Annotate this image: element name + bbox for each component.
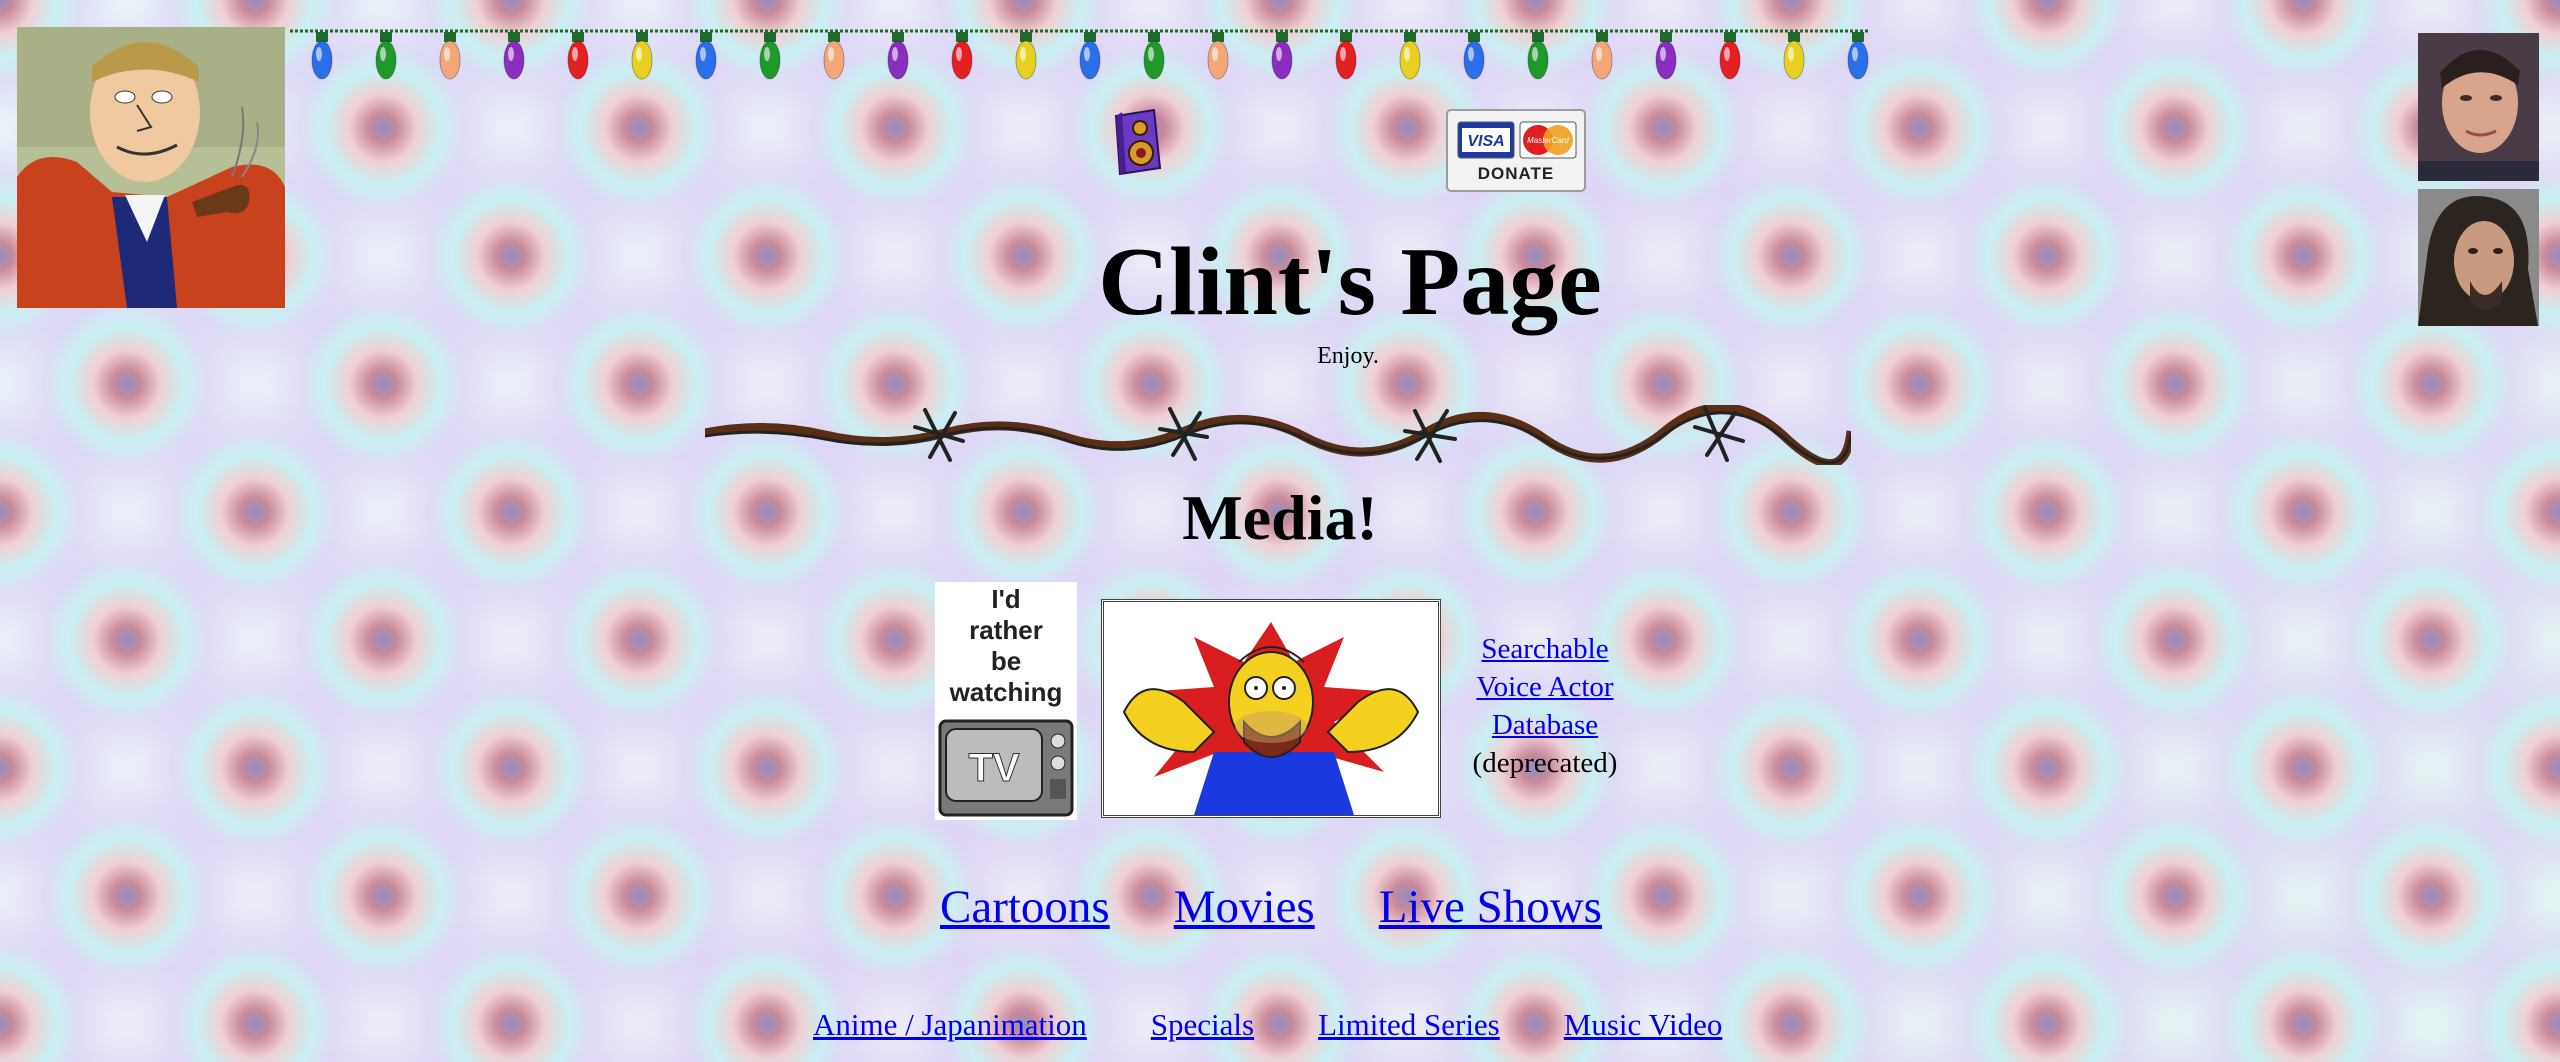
- light-bulb-icon: [311, 32, 333, 80]
- page-subtitle: Enjoy.: [1317, 343, 1379, 369]
- svg-text:TV: TV: [968, 746, 1019, 790]
- tv-badge-text: I'd rather be watching: [935, 584, 1077, 708]
- sub-category-nav: Anime / Japanimation Specials Limited Seri…: [813, 1007, 1763, 1043]
- light-bulb-icon: [439, 32, 461, 80]
- tv-badge-line: be: [990, 646, 1022, 676]
- tv-icon: TV: [938, 719, 1074, 817]
- light-bulb-icon: [1783, 32, 1805, 80]
- link-anime[interactable]: Anime / Japanimation: [813, 1007, 1087, 1042]
- light-bulb-icon: [1655, 32, 1677, 80]
- christmas-lights-banner: [290, 22, 1870, 90]
- tv-badge-image: I'd rather be watching TV: [935, 582, 1077, 820]
- main-category-nav: Cartoons Movies Live Shows: [940, 880, 1630, 934]
- tv-badge-line: watching: [949, 677, 1063, 707]
- page-title: Clint's Page: [1098, 228, 1602, 336]
- light-bulb-icon: [1207, 32, 1229, 80]
- barbed-wire-divider: [704, 402, 1856, 469]
- donate-label: DONATE: [1477, 164, 1555, 183]
- light-bulb-icon: [567, 32, 589, 80]
- light-bulb-icon: [1399, 32, 1421, 80]
- voice-actor-database-link[interactable]: Searchable Voice Actor Database: [1476, 633, 1613, 741]
- light-bulb-icon: [887, 32, 909, 80]
- light-bulb-icon: [1079, 32, 1101, 80]
- light-bulb-icon: [695, 32, 717, 80]
- speaker-icon[interactable]: [1110, 108, 1162, 176]
- credit-cards-icon: VISA MasterCard: [1457, 121, 1577, 159]
- light-bulb-icon: [1719, 32, 1741, 80]
- homer-simpson-image[interactable]: [1101, 599, 1441, 818]
- tv-badge-line: rather: [969, 615, 1043, 645]
- vadb-link-line[interactable]: Voice Actor: [1476, 671, 1613, 703]
- light-bulb-icon: [1463, 32, 1485, 80]
- light-bulb-icon: [759, 32, 781, 80]
- deprecated-note: (deprecated): [1472, 747, 1618, 779]
- light-bulb-icon: [1143, 32, 1165, 80]
- portrait-photo-top: [2418, 33, 2539, 181]
- light-bulb-icon: [823, 32, 845, 80]
- link-music-video[interactable]: Music Video: [1564, 1007, 1723, 1042]
- light-bulb-icon: [1271, 32, 1293, 80]
- media-heading: Media!: [1182, 482, 1378, 553]
- light-bulb-icon: [1335, 32, 1357, 80]
- link-limited-series[interactable]: Limited Series: [1318, 1007, 1500, 1042]
- link-live-shows[interactable]: Live Shows: [1379, 881, 1602, 933]
- donate-button[interactable]: VISA MasterCard DONATE: [1446, 109, 1586, 192]
- svg-text:VISA: VISA: [1467, 133, 1504, 150]
- vadb-link-line[interactable]: Database: [1492, 709, 1598, 741]
- voice-actor-database: Searchable Voice Actor Database (depreca…: [1450, 630, 1640, 782]
- svg-text:MasterCard: MasterCard: [1527, 136, 1569, 145]
- light-bulb-icon: [375, 32, 397, 80]
- light-bulb-icon: [1847, 32, 1869, 80]
- light-bulb-icon: [1591, 32, 1613, 80]
- light-bulb-icon: [631, 32, 653, 80]
- light-bulb-icon: [951, 32, 973, 80]
- link-movies[interactable]: Movies: [1174, 881, 1315, 933]
- vadb-link-line[interactable]: Searchable: [1481, 633, 1608, 665]
- light-bulb-icon: [1527, 32, 1549, 80]
- light-bulb-icon: [1015, 32, 1037, 80]
- light-bulb-icon: [503, 32, 525, 80]
- link-cartoons[interactable]: Cartoons: [940, 881, 1110, 933]
- link-specials[interactable]: Specials: [1151, 1007, 1254, 1042]
- tv-badge-line: I'd: [991, 584, 1021, 614]
